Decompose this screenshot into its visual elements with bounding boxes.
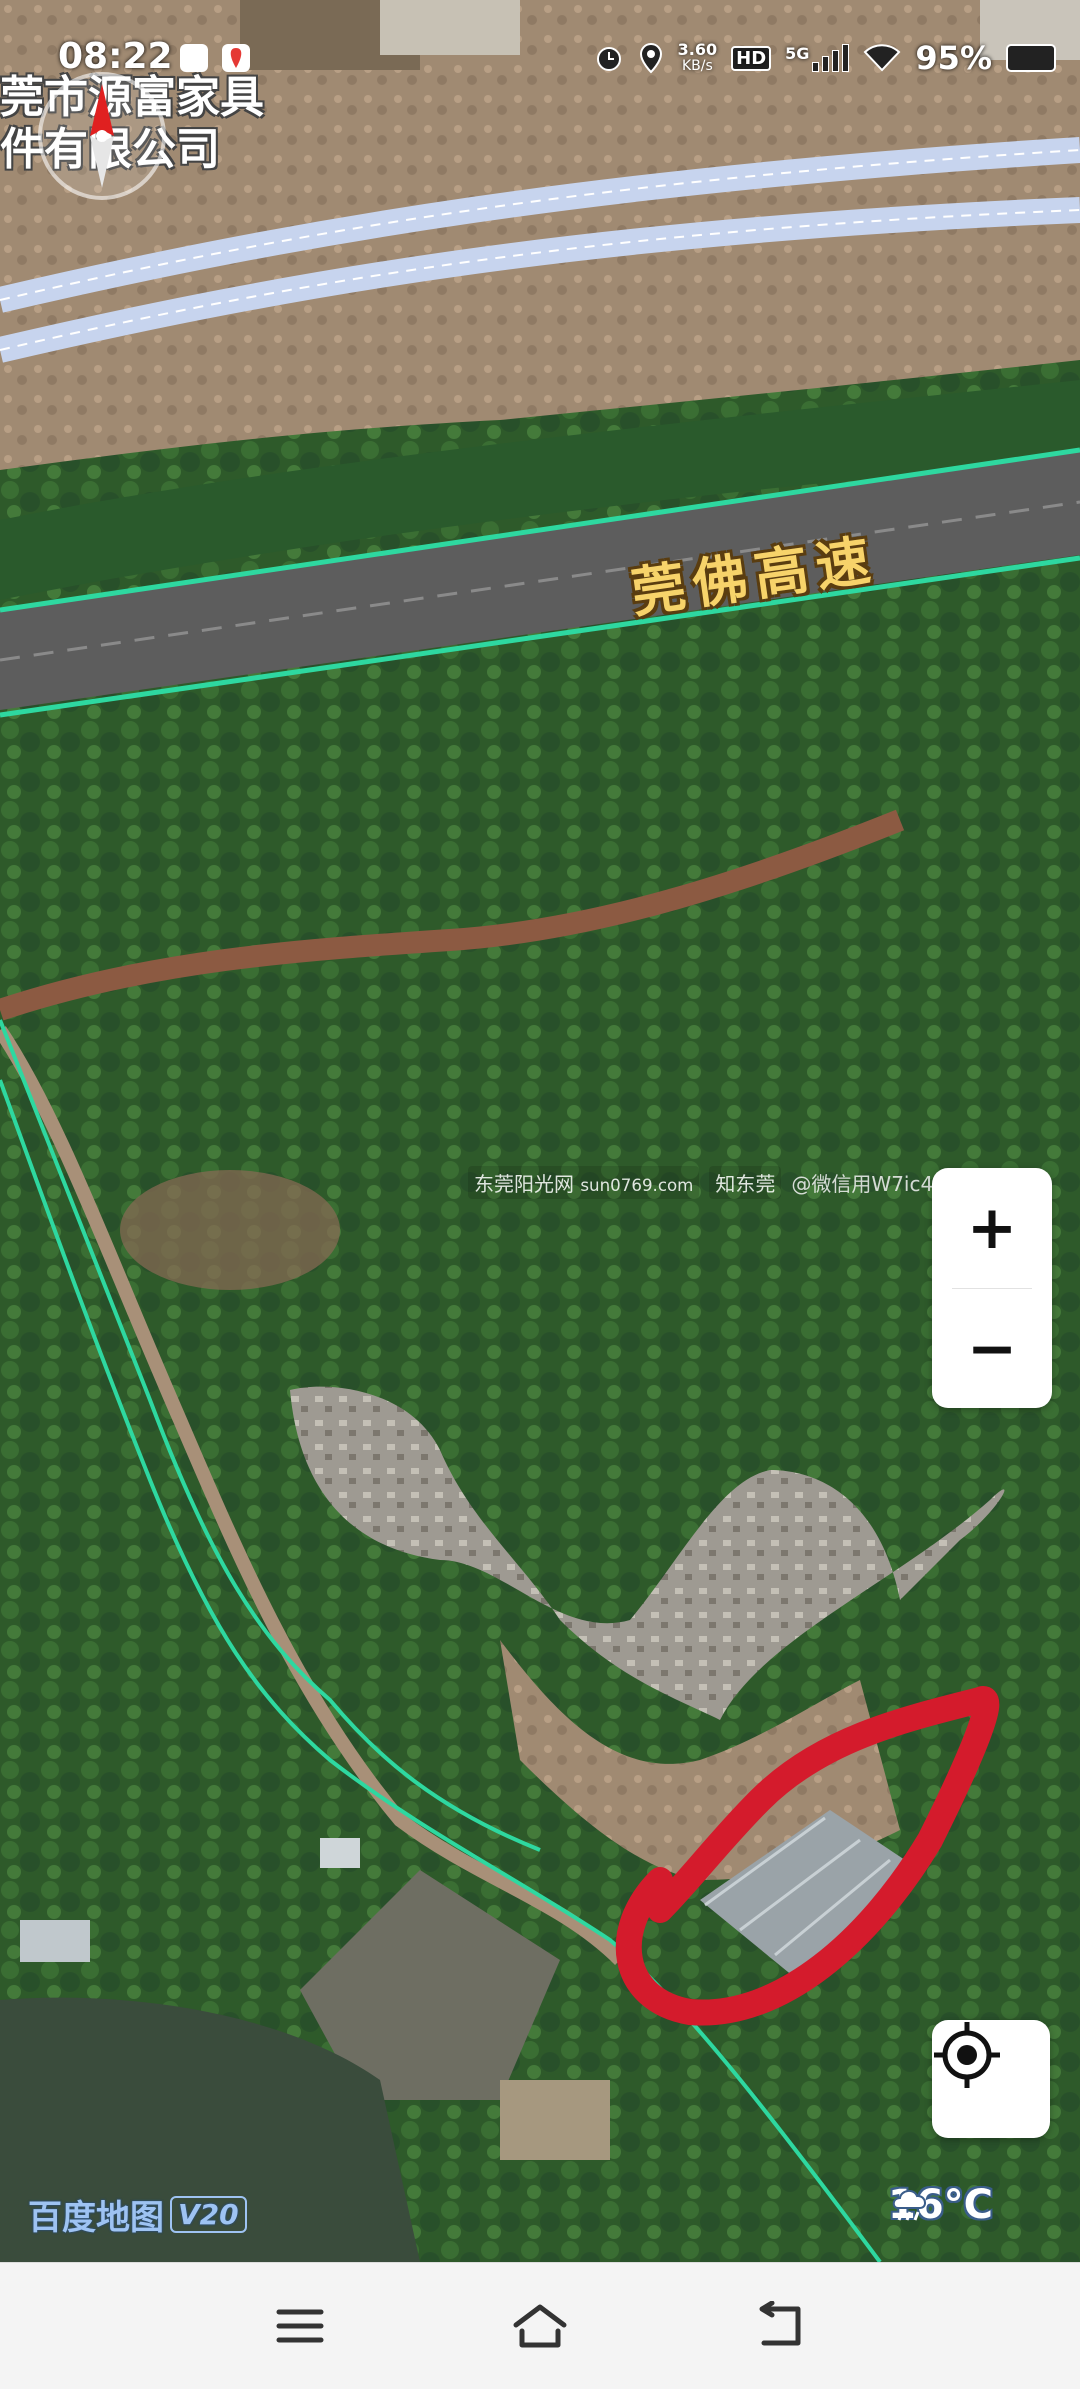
- satellite-imagery: [0, 0, 1080, 2262]
- locate-button[interactable]: [932, 2020, 1050, 2138]
- zoom-in-button[interactable]: +: [932, 1168, 1052, 1288]
- home-icon: [513, 2304, 567, 2348]
- net-speed-value: 3.60: [677, 40, 718, 59]
- alarm-icon: [596, 47, 621, 71]
- zoom-control: + −: [932, 1168, 1052, 1408]
- watermark: 东莞阳光网 sun0769.com 知东莞 @微信用W7ic4: [468, 1166, 933, 1199]
- location-pin-app-icon: [222, 44, 250, 72]
- home-button[interactable]: [500, 2291, 580, 2361]
- system-nav-bar: [0, 2262, 1080, 2389]
- status-bar: 08:22 3.60 KB/s HD 5G 95%: [0, 0, 1080, 110]
- battery-icon: [1006, 44, 1056, 72]
- weather-widget[interactable]: 16°C: [888, 2182, 993, 2228]
- logo-version: V20: [170, 2196, 247, 2233]
- wifi-icon: [863, 44, 901, 72]
- watermark-credit: @微信用W7ic4: [791, 1172, 934, 1196]
- rain-cloud-icon: [892, 2190, 926, 2221]
- zoom-out-button[interactable]: −: [932, 1289, 1052, 1409]
- menu-button[interactable]: [260, 2291, 340, 2361]
- status-time: 08:22: [58, 36, 173, 77]
- status-icons: 3.60 KB/s HD 5G 95%: [594, 36, 1056, 80]
- location-icon: [639, 42, 662, 74]
- crosshair-locate-icon: [934, 2022, 1000, 2088]
- network-label: 5G: [785, 44, 810, 63]
- battery-percent: 95%: [915, 39, 992, 77]
- map-canvas[interactable]: 莞市源富家具 件有限公司 莞佛高速 东莞阳光网 sun0769.com 知东莞 …: [0, 0, 1080, 2262]
- hd-icon: HD: [731, 45, 772, 71]
- logo-text: 百度地图: [28, 2198, 164, 2238]
- baidu-map-logo: 百度地图 V20: [28, 2190, 247, 2239]
- watermark-brand-1: 东莞阳光网 sun0769.com: [468, 1166, 700, 1199]
- signal-5g-icon: 5G: [785, 44, 850, 72]
- menu-icon: [276, 2309, 324, 2343]
- baidu-paw-icon: [180, 44, 208, 72]
- back-icon: [759, 2301, 801, 2346]
- watermark-brand-2: 知东莞: [709, 1166, 782, 1199]
- back-button[interactable]: [740, 2291, 820, 2361]
- net-speed-unit: KB/s: [681, 58, 713, 74]
- net-speed: 3.60 KB/s: [677, 40, 718, 75]
